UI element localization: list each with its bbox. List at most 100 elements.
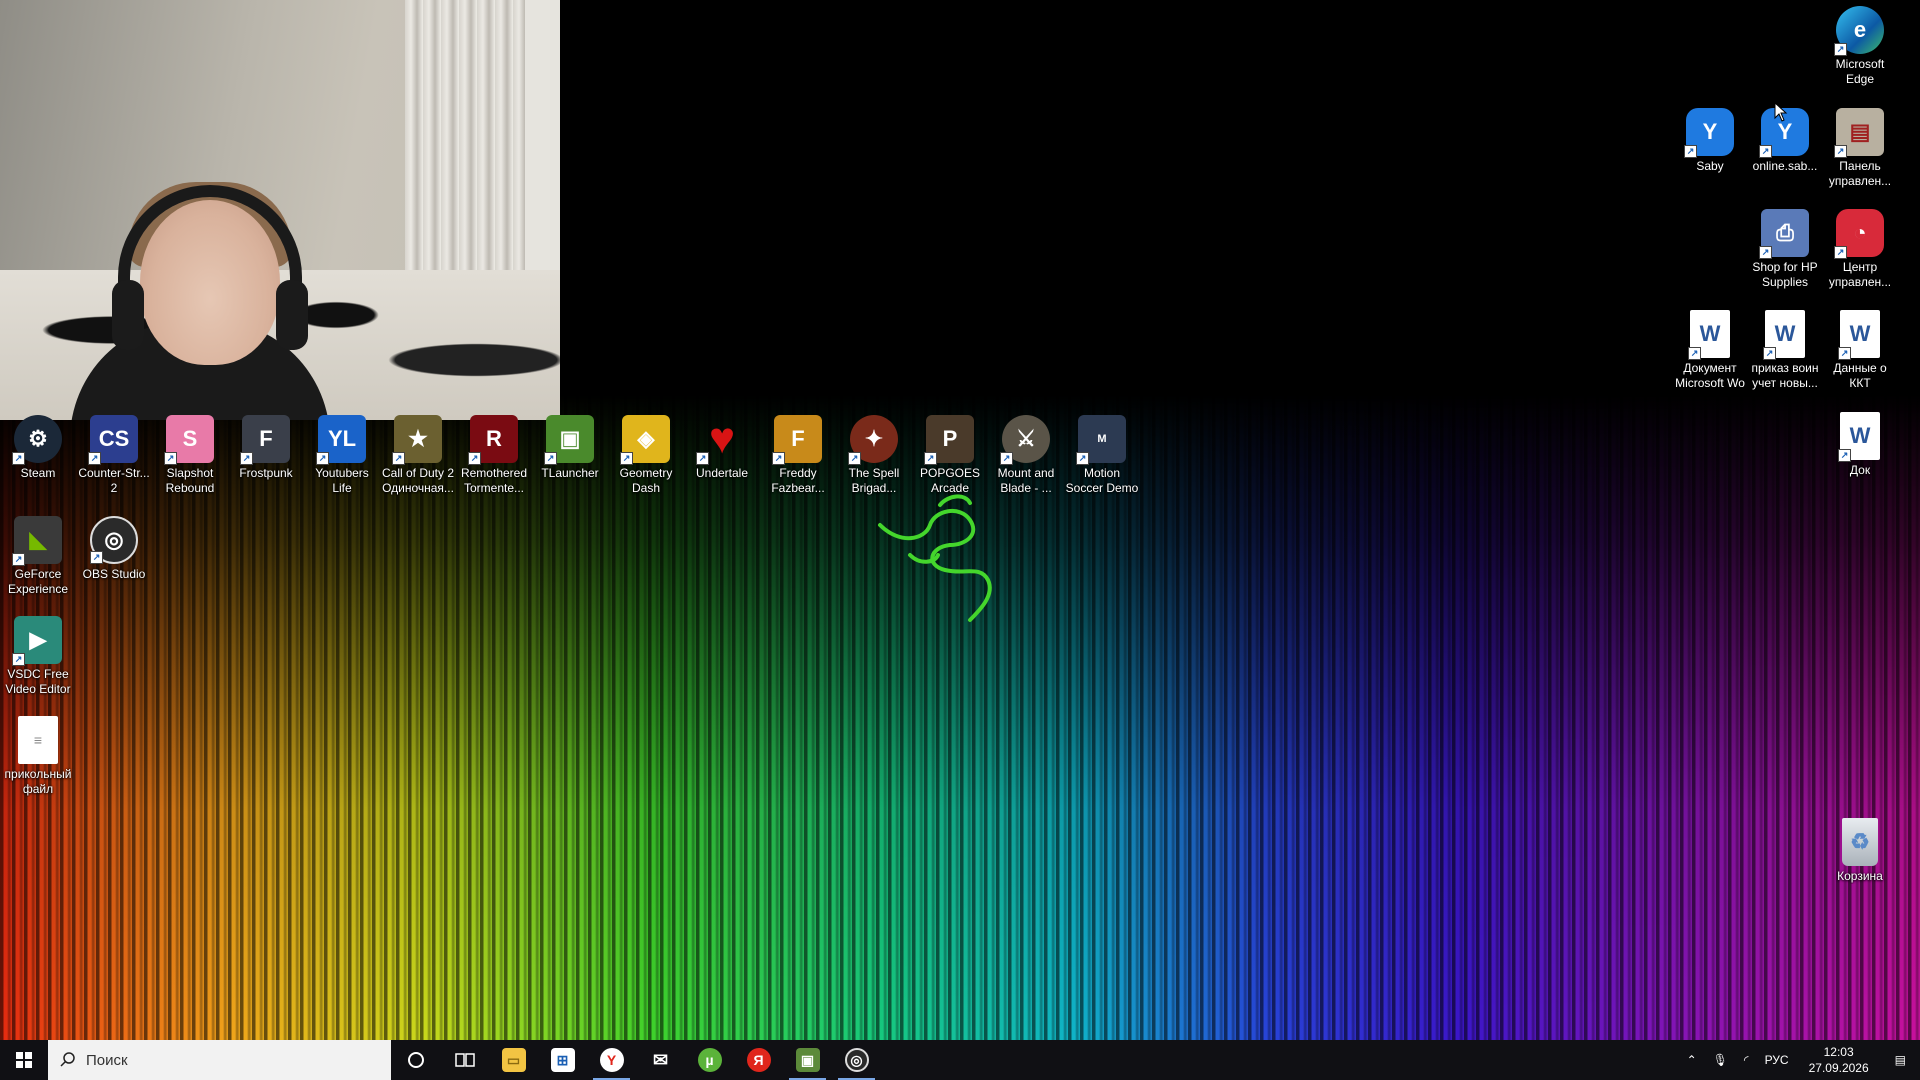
desktop-icon-obs[interactable]: ◎ ↗ OBS Studio xyxy=(76,516,152,582)
vsdc-icon: ▶ ↗ xyxy=(12,616,62,666)
recycle-bin-icon: ♻ xyxy=(1842,818,1878,866)
desktop-icon-label: Корзина xyxy=(1837,869,1883,883)
clock[interactable]: 12:03 27.09.2026 xyxy=(1797,1044,1881,1076)
desktop-icon-cs2[interactable]: CS ↗ Counter-Str... 2 xyxy=(76,415,152,496)
microphone-icon: 🎙︎ xyxy=(1712,1053,1728,1067)
obs-icon: ◎ ↗ xyxy=(90,516,138,564)
webcam-earcup-left xyxy=(112,280,144,350)
desktop-icon-mount-blade[interactable]: ⚔ ↗ Mount and Blade - ... xyxy=(988,415,1064,496)
desktop-icon-label: Документ Microsoft Wo xyxy=(1675,361,1745,390)
taskbar-yandex-browser[interactable]: Y xyxy=(587,1040,636,1080)
freddy-icon: F ↗ xyxy=(772,415,822,465)
mount-blade-icon: ⚔ ↗ xyxy=(1000,415,1050,465)
desktop-icon-hp-shop[interactable]: ⎙ ↗ Shop for HP Supplies xyxy=(1747,209,1823,290)
yandex-icon: Я xyxy=(746,1048,771,1072)
wifi-icon: ◜ xyxy=(1743,1053,1749,1067)
taskbar-search-box[interactable]: Поиск xyxy=(48,1040,391,1080)
desktop-icon-saby[interactable]: Y ↗ Saby xyxy=(1672,108,1748,174)
desktop-icon-label: Shop for HP Supplies xyxy=(1752,260,1818,289)
desktop-icon-label: OBS Studio xyxy=(82,567,146,581)
utorrent-icon: µ xyxy=(697,1048,722,1072)
desktop-icon-word-prikaz[interactable]: W ↗ приказ воин учет новы... xyxy=(1747,310,1823,391)
desktop-icon-control-panel[interactable]: ▤ ↗ Панель управлен... xyxy=(1822,108,1898,189)
word-doc-icon: W ↗ xyxy=(1838,412,1880,462)
cortana-button[interactable] xyxy=(391,1040,440,1080)
show-hidden-icons-button[interactable]: ⌃ xyxy=(1679,1053,1705,1067)
language-indicator[interactable]: РУС xyxy=(1757,1053,1797,1067)
spell-brigade-icon: ✦ ↗ xyxy=(848,415,898,465)
clock-date: 27.09.2026 xyxy=(1808,1061,1869,1075)
desktop-icon-control-center[interactable]: ◔ ↗ Центр управлен... xyxy=(1822,209,1898,290)
search-placeholder: Поиск xyxy=(86,1051,128,1069)
desktop-icon-tlauncher[interactable]: ▣ ↗ TLauncher xyxy=(532,415,608,481)
taskbar-utorrent[interactable]: µ xyxy=(685,1040,734,1080)
desktop-icon-steam[interactable]: ⚙ ↗ Steam xyxy=(0,415,76,481)
tlauncher-icon: ▣ ↗ xyxy=(544,415,594,465)
desktop-icon-edge[interactable]: e ↗ Microsoft Edge xyxy=(1822,6,1898,87)
taskbar-mail[interactable]: ✉ xyxy=(636,1040,685,1080)
taskbar-minecraft[interactable]: ▣ xyxy=(783,1040,832,1080)
desktop-icon-geforce[interactable]: ◣ ↗ GeForce Experience xyxy=(0,516,76,597)
desktop-icon-slapshot[interactable]: S ↗ Slapshot Rebound xyxy=(152,415,228,496)
slapshot-icon: S ↗ xyxy=(164,415,214,465)
desktop-icon-undertale[interactable]: ♥ ↗ Undertale xyxy=(684,414,760,481)
desktop-icon-word-document[interactable]: W ↗ Документ Microsoft Wo xyxy=(1672,310,1748,391)
desktop-icon-text-file[interactable]: ≡ прикольный файл xyxy=(0,716,76,797)
minecraft-icon: ▣ xyxy=(795,1048,820,1072)
desktop-icon-label: Док xyxy=(1849,463,1871,477)
taskbar-obs[interactable]: ◎ xyxy=(832,1040,881,1080)
edge-icon: e ↗ xyxy=(1834,6,1884,56)
desktop-icon-label: Steam xyxy=(20,466,56,480)
desktop-icon-label: Центр управлен... xyxy=(1828,260,1892,289)
control-panel-icon: ▤ ↗ xyxy=(1834,108,1884,158)
desktop-icon-label: Counter-Str... 2 xyxy=(78,466,150,495)
obs-icon: ◎ xyxy=(844,1048,869,1072)
desktop-icon-vsdc[interactable]: ▶ ↗ VSDC Free Video Editor xyxy=(0,616,76,697)
desktop-icon-freddy[interactable]: F ↗ Freddy Fazbear... xyxy=(760,415,836,496)
notification-icon: ▤ xyxy=(1894,1053,1906,1067)
network-button[interactable]: ◜ xyxy=(1736,1053,1757,1067)
webcam-overlay xyxy=(0,0,560,420)
frostpunk-icon: F ↗ xyxy=(240,415,290,465)
start-button[interactable] xyxy=(0,1040,48,1080)
desktop-icon-remothered[interactable]: R ↗ Remothered Tormente... xyxy=(456,415,532,496)
desktop-icon-label: The Spell Brigad... xyxy=(848,466,900,495)
desktop-icon-label: TLauncher xyxy=(541,466,599,480)
chevron-up-icon: ⌃ xyxy=(1686,1053,1697,1067)
windows-logo-icon xyxy=(16,1052,32,1068)
desktop-icon-label: прикольный файл xyxy=(4,767,72,796)
task-view-button[interactable] xyxy=(440,1040,489,1080)
desktop-icon-geometry-dash[interactable]: ◈ ↗ Geometry Dash xyxy=(608,415,684,496)
desktop-icon-label: Undertale xyxy=(695,466,749,480)
desktop-icon-spell-brigade[interactable]: ✦ ↗ The Spell Brigad... xyxy=(836,415,912,496)
desktop-icon-word-kkt[interactable]: W ↗ Данные о ККТ xyxy=(1822,310,1898,391)
taskbar-file-explorer[interactable]: ▭ xyxy=(489,1040,538,1080)
language-label: РУС xyxy=(1764,1053,1789,1067)
taskbar-store[interactable]: ⊞ xyxy=(538,1040,587,1080)
desktop-icon-motion-soccer[interactable]: M ↗ Motion Soccer Demo xyxy=(1064,415,1140,496)
razer-logo-icon xyxy=(878,494,992,622)
desktop-icon-label: Youtubers Life xyxy=(315,466,369,495)
desktop-icon-youtubers-life[interactable]: YL ↗ Youtubers Life xyxy=(304,415,380,496)
desktop-icon-label: POPGOES Arcade xyxy=(919,466,981,495)
desktop-icon-frostpunk[interactable]: F ↗ Frostpunk xyxy=(228,415,304,481)
desktop-icon-label: Microsoft Edge xyxy=(1835,57,1885,86)
desktop-icon-word-dok[interactable]: W ↗ Док xyxy=(1822,412,1898,478)
word-doc-icon: W ↗ xyxy=(1838,310,1880,360)
notifications-button[interactable]: ▤ xyxy=(1881,1053,1920,1067)
desktop-icon-label: Mount and Blade - ... xyxy=(997,466,1055,495)
hp-shop-icon: ⎙ ↗ xyxy=(1759,209,1809,259)
taskbar-yandex[interactable]: Я xyxy=(734,1040,783,1080)
desktop-icon-label: Motion Soccer Demo xyxy=(1065,466,1139,495)
desktop-icon-call-of-duty[interactable]: ★ ↗ Call of Duty 2 Одиночная... xyxy=(380,415,456,496)
desktop-icon-label: Remothered Tormente... xyxy=(460,466,528,495)
desktop-icon-popgoes[interactable]: P ↗ POPGOES Arcade xyxy=(912,415,988,496)
microphone-button[interactable]: 🎙︎ xyxy=(1705,1053,1736,1067)
desktop-icon-recycle-bin[interactable]: ♻ Корзина xyxy=(1822,818,1898,884)
taskbar: Поиск ▭ ⊞ Y ✉ µ Я ▣ ◎ ⌃ 🎙︎ ◜ РУС 12:03 2… xyxy=(0,1040,1920,1080)
clock-time: 12:03 xyxy=(1823,1045,1854,1059)
desktop-icon-label: Панель управлен... xyxy=(1828,159,1892,188)
file-explorer-icon: ▭ xyxy=(501,1048,526,1072)
desktop-icon-label: online.sab... xyxy=(1752,159,1818,173)
word-doc-icon: W ↗ xyxy=(1763,310,1805,360)
